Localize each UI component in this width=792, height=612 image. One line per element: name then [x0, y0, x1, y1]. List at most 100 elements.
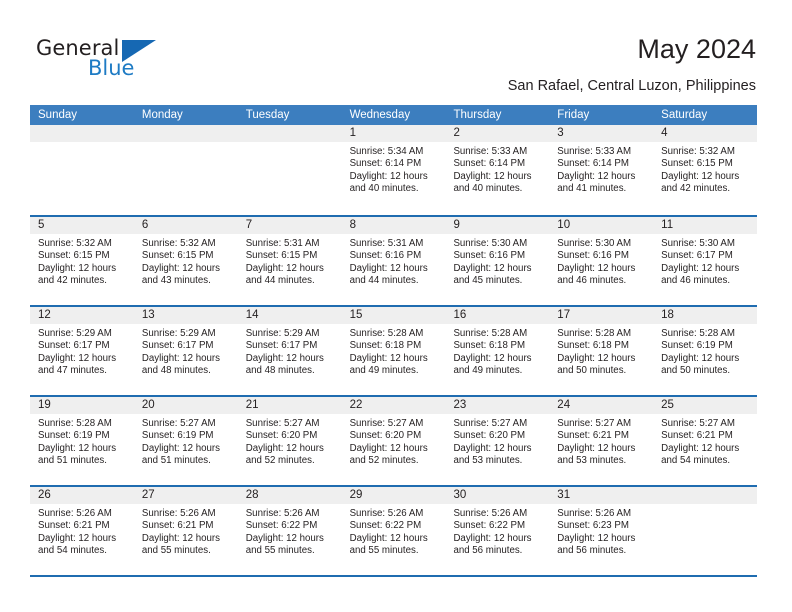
calendar-day-cell[interactable]: 17 Sunrise: 5:28 AM Sunset: 6:18 PM Dayligh… [549, 307, 654, 395]
sunset-text: Sunset: 6:16 PM [557, 250, 629, 262]
day-details: Sunrise: 5:27 AM Sunset: 6:20 PM Daylight:… [445, 414, 549, 468]
calendar-day-cell[interactable]: 28 Sunrise: 5:26 AM Sunset: 6:22 PM Dayligh… [237, 487, 342, 575]
calendar-day-cell[interactable]: 31 Sunrise: 5:26 AM Sunset: 6:23 PM Dayligh… [549, 487, 654, 575]
day-details: Sunrise: 5:31 AM Sunset: 6:15 PM Daylight:… [238, 234, 342, 288]
generalblue-logo[interactable]: General Blue [36, 36, 166, 84]
calendar-day-cell[interactable]: 24 Sunrise: 5:27 AM Sunset: 6:21 PM Dayligh… [549, 397, 654, 485]
calendar-day-cell[interactable]: 6 Sunrise: 5:32 AM Sunset: 6:15 PM Daylight… [133, 217, 238, 305]
day-details: Sunrise: 5:26 AM Sunset: 6:21 PM Daylight:… [134, 504, 238, 558]
day-number: 4 [653, 125, 758, 142]
calendar-day-cell[interactable]: 29 Sunrise: 5:26 AM Sunset: 6:22 PM Dayligh… [341, 487, 446, 575]
day-number: 22 [341, 397, 446, 414]
calendar-day-cell[interactable]: 3 Sunrise: 5:33 AM Sunset: 6:14 PM Daylight… [549, 125, 654, 213]
logo-text-blue: Blue [88, 56, 135, 80]
sunset-text: Sunset: 6:23 PM [557, 520, 629, 532]
calendar-day-cell[interactable]: 14 Sunrise: 5:29 AM Sunset: 6:17 PM Dayligh… [237, 307, 342, 395]
sunrise-text: Sunrise: 5:26 AM [38, 508, 112, 519]
daylight-text: Daylight: 12 hours and 56 minutes. [557, 532, 636, 557]
sunrise-text: Sunrise: 5:27 AM [557, 418, 632, 429]
day-number: 23 [445, 397, 550, 414]
calendar-day-cell[interactable]: 9 Sunrise: 5:30 AM Sunset: 6:16 PM Daylight… [445, 217, 550, 305]
day-number: 5 [30, 217, 134, 234]
calendar-day-cell[interactable]: 10 Sunrise: 5:30 AM Sunset: 6:16 PM Dayligh… [549, 217, 654, 305]
calendar-day-cell[interactable]: 21 Sunrise: 5:27 AM Sunset: 6:20 PM Dayligh… [237, 397, 342, 485]
calendar-day-cell[interactable]: 25 Sunrise: 5:27 AM Sunset: 6:21 PM Dayligh… [653, 397, 758, 485]
calendar-weeks: 1 Sunrise: 5:34 AM Sunset: 6:14 PM Daylight… [30, 125, 758, 575]
sunset-text: Sunset: 6:18 PM [349, 340, 422, 352]
day-details: Sunrise: 5:27 AM Sunset: 6:20 PM Daylight:… [238, 414, 342, 468]
day-number: 2 [445, 125, 550, 142]
calendar-week-row: 1 Sunrise: 5:34 AM Sunset: 6:14 PM Daylight… [30, 125, 758, 215]
day-details: Sunrise: 5:30 AM Sunset: 6:16 PM Daylight:… [445, 234, 549, 288]
calendar-week-row: 5 Sunrise: 5:32 AM Sunset: 6:15 PM Daylight… [30, 215, 758, 305]
day-details: Sunrise: 5:26 AM Sunset: 6:22 PM Daylight:… [342, 504, 446, 558]
day-details: Sunrise: 5:32 AM Sunset: 6:15 PM Daylight:… [134, 234, 238, 288]
calendar-day-cell[interactable]: 26 Sunrise: 5:26 AM Sunset: 6:21 PM Dayligh… [30, 487, 134, 575]
calendar-day-cell[interactable]: 2 Sunrise: 5:33 AM Sunset: 6:14 PM Daylight… [445, 125, 550, 213]
day-number: 26 [30, 487, 134, 504]
calendar-day-cell[interactable]: 7 Sunrise: 5:31 AM Sunset: 6:15 PM Daylight… [237, 217, 342, 305]
daylight-text: Daylight: 12 hours and 53 minutes. [453, 442, 532, 467]
sunset-text: Sunset: 6:19 PM [141, 430, 214, 442]
calendar-day-cell[interactable]: 11 Sunrise: 5:30 AM Sunset: 6:17 PM Dayligh… [653, 217, 758, 305]
sunset-text: Sunset: 6:18 PM [453, 340, 526, 352]
calendar-day-cell[interactable]: 18 Sunrise: 5:28 AM Sunset: 6:19 PM Dayligh… [653, 307, 758, 395]
calendar-day-cell[interactable]: 13 Sunrise: 5:29 AM Sunset: 6:17 PM Dayligh… [133, 307, 238, 395]
sunrise-text: Sunrise: 5:26 AM [245, 508, 320, 519]
sunrise-text: Sunrise: 5:28 AM [453, 328, 528, 339]
daylight-text: Daylight: 12 hours and 41 minutes. [557, 170, 636, 195]
calendar-day-cell[interactable]: 8 Sunrise: 5:31 AM Sunset: 6:16 PM Daylight… [341, 217, 446, 305]
weekday-header-row: Sunday Monday Tuesday Wednesday Thursday Frid… [30, 105, 757, 125]
calendar-day-cell[interactable]: 20 Sunrise: 5:27 AM Sunset: 6:19 PM Dayligh… [133, 397, 238, 485]
sunrise-text: Sunrise: 5:31 AM [245, 238, 320, 249]
day-number: 31 [549, 487, 654, 504]
day-details: Sunrise: 5:28 AM Sunset: 6:18 PM Daylight:… [342, 324, 446, 378]
sunset-text: Sunset: 6:17 PM [38, 340, 110, 352]
daylight-text: Daylight: 12 hours and 44 minutes. [245, 262, 324, 287]
sunrise-text: Sunrise: 5:32 AM [661, 146, 735, 157]
day-number: 29 [341, 487, 446, 504]
calendar-cell-empty [653, 487, 758, 575]
daylight-text: Daylight: 12 hours and 51 minutes. [141, 442, 220, 467]
calendar-day-cell[interactable]: 23 Sunrise: 5:27 AM Sunset: 6:20 PM Dayligh… [445, 397, 550, 485]
day-number [237, 125, 342, 142]
weekday-header-wednesday: Wednesday [349, 109, 411, 121]
day-details: Sunrise: 5:32 AM Sunset: 6:15 PM Daylight:… [30, 234, 134, 288]
calendar-day-cell[interactable]: 30 Sunrise: 5:26 AM Sunset: 6:22 PM Dayligh… [445, 487, 550, 575]
daylight-text: Daylight: 12 hours and 55 minutes. [141, 532, 220, 557]
calendar-day-cell[interactable]: 19 Sunrise: 5:28 AM Sunset: 6:19 PM Dayligh… [30, 397, 134, 485]
daylight-text: Daylight: 12 hours and 55 minutes. [245, 532, 324, 557]
sunrise-text: Sunrise: 5:26 AM [141, 508, 216, 519]
calendar-day-cell[interactable]: 16 Sunrise: 5:28 AM Sunset: 6:18 PM Dayligh… [445, 307, 550, 395]
sunrise-text: Sunrise: 5:30 AM [453, 238, 528, 249]
daylight-text: Daylight: 12 hours and 54 minutes. [661, 442, 740, 467]
day-number: 13 [133, 307, 238, 324]
calendar-day-cell[interactable]: 1 Sunrise: 5:34 AM Sunset: 6:14 PM Daylight… [341, 125, 446, 213]
day-number: 1 [341, 125, 446, 142]
day-number: 14 [237, 307, 342, 324]
sunset-text: Sunset: 6:22 PM [453, 520, 526, 532]
sunset-text: Sunset: 6:17 PM [661, 250, 733, 262]
calendar-day-cell[interactable]: 5 Sunrise: 5:32 AM Sunset: 6:15 PM Daylight… [30, 217, 134, 305]
sunset-text: Sunset: 6:14 PM [453, 158, 526, 170]
calendar-day-cell[interactable]: 22 Sunrise: 5:27 AM Sunset: 6:20 PM Dayligh… [341, 397, 446, 485]
weekday-header-saturday: Saturday [661, 109, 708, 121]
day-details: Sunrise: 5:32 AM Sunset: 6:15 PM Daylight:… [653, 142, 757, 196]
sunrise-text: Sunrise: 5:27 AM [661, 418, 735, 429]
calendar-day-cell[interactable]: 15 Sunrise: 5:28 AM Sunset: 6:18 PM Dayligh… [341, 307, 446, 395]
sunrise-text: Sunrise: 5:27 AM [349, 418, 424, 429]
sunrise-text: Sunrise: 5:27 AM [453, 418, 528, 429]
day-details: Sunrise: 5:29 AM Sunset: 6:17 PM Daylight:… [238, 324, 342, 378]
daylight-text: Daylight: 12 hours and 50 minutes. [557, 352, 636, 377]
day-details: Sunrise: 5:27 AM Sunset: 6:21 PM Daylight:… [549, 414, 653, 468]
sunset-text: Sunset: 6:21 PM [661, 430, 733, 442]
calendar-day-cell[interactable]: 4 Sunrise: 5:32 AM Sunset: 6:15 PM Daylight… [653, 125, 758, 213]
sunset-text: Sunset: 6:19 PM [661, 340, 733, 352]
day-number: 17 [549, 307, 654, 324]
calendar-day-cell[interactable]: 12 Sunrise: 5:29 AM Sunset: 6:17 PM Dayligh… [30, 307, 134, 395]
sunset-text: Sunset: 6:17 PM [141, 340, 214, 352]
day-details: Sunrise: 5:31 AM Sunset: 6:16 PM Daylight:… [342, 234, 446, 288]
weekday-header-monday: Monday [141, 109, 183, 121]
calendar-day-cell[interactable]: 27 Sunrise: 5:26 AM Sunset: 6:21 PM Dayligh… [133, 487, 238, 575]
day-details: Sunrise: 5:29 AM Sunset: 6:17 PM Daylight:… [30, 324, 134, 378]
